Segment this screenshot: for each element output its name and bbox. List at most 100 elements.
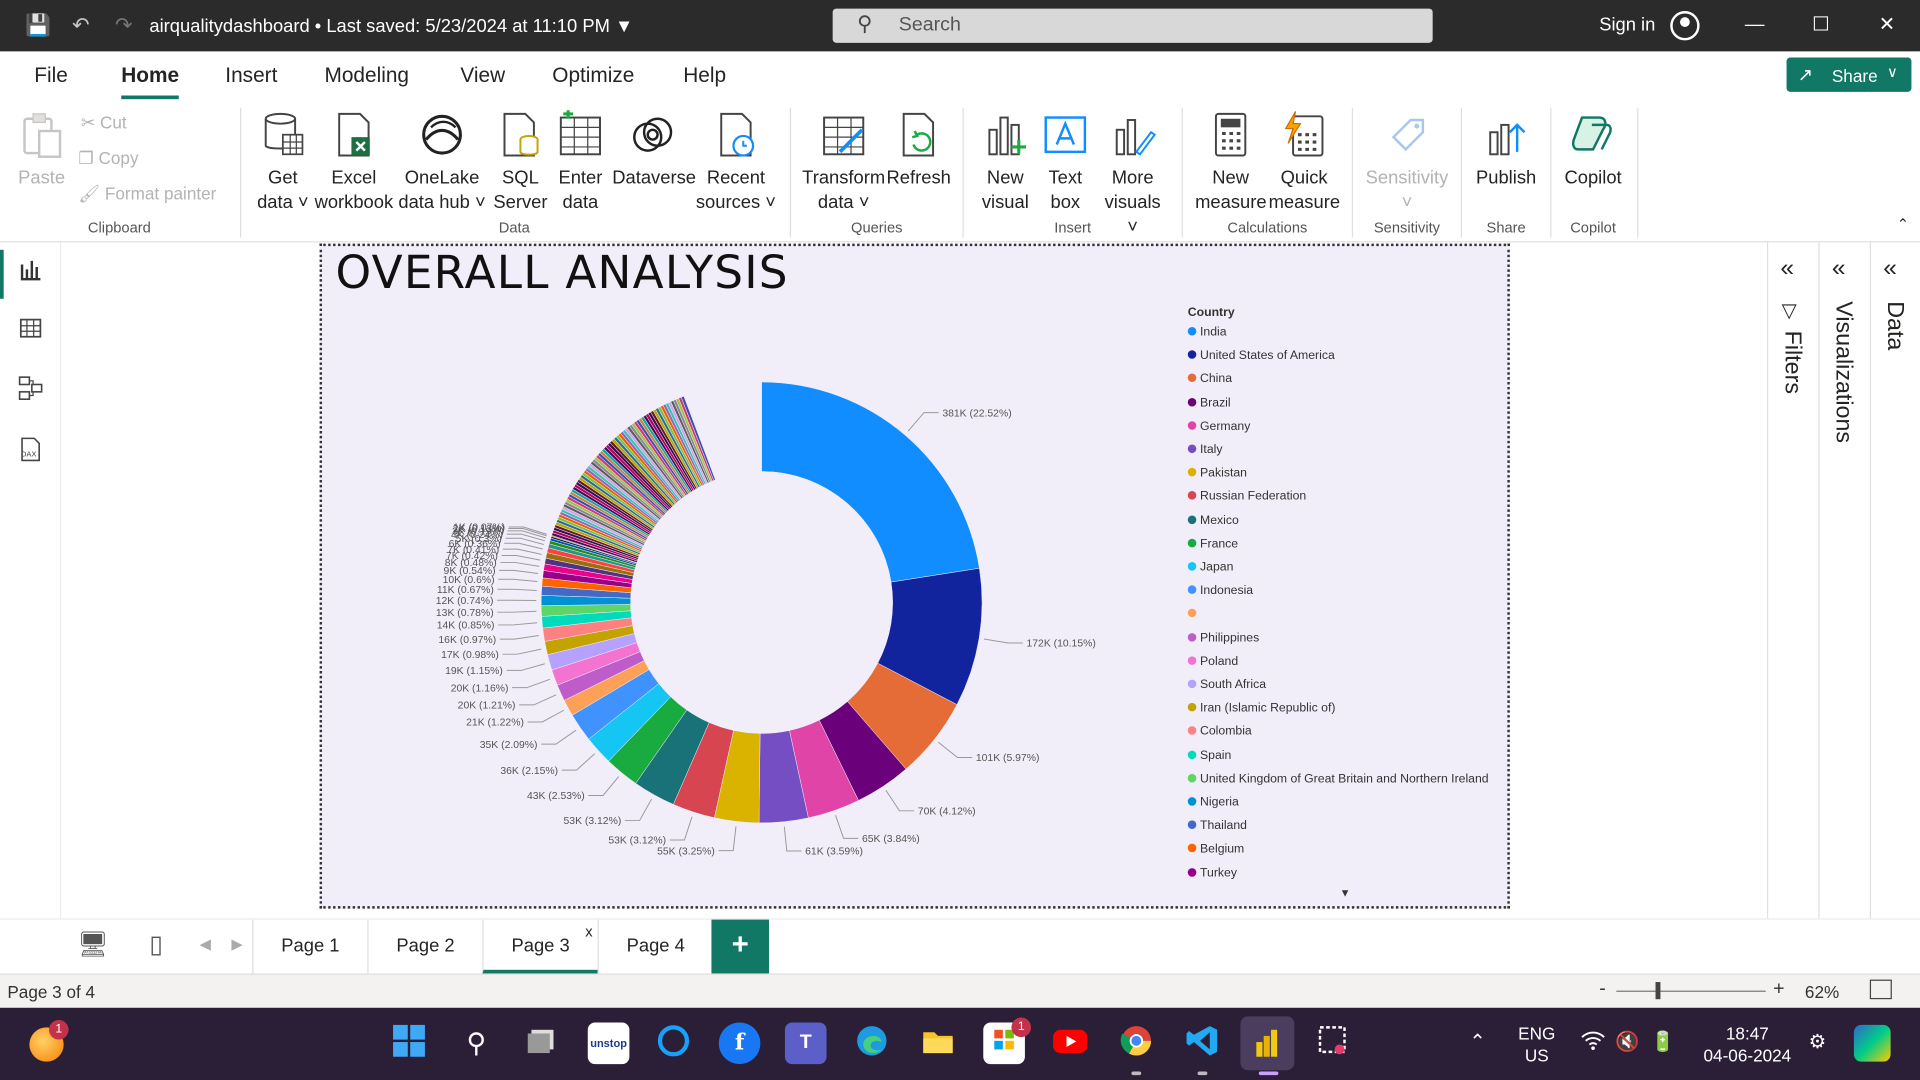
add-page-button[interactable]: + <box>711 919 769 974</box>
publish-button[interactable]: Publish <box>1472 110 1541 191</box>
clock[interactable]: 18:47 04-06-2024 <box>1697 1022 1797 1066</box>
close-icon[interactable]: ✕ <box>1872 12 1901 39</box>
fit-to-page-icon[interactable] <box>1869 979 1892 1000</box>
sql-server-button[interactable]: SQL Server <box>492 110 548 215</box>
windows-start-icon[interactable] <box>388 1022 430 1064</box>
donut-chart[interactable]: 381K (22.52%) 172K (10.15%) 101K (5.97%) 70… <box>331 306 1164 894</box>
tab-optimize[interactable]: Optimize <box>552 64 634 88</box>
sign-in-link[interactable]: Sign in <box>1599 15 1655 36</box>
legend-item[interactable]: India <box>1187 326 1227 342</box>
text-box-button[interactable]: Text box <box>1038 110 1092 215</box>
tab-file[interactable]: File <box>34 64 68 88</box>
minimize-icon[interactable]: — <box>1740 12 1769 39</box>
cortana-icon[interactable] <box>653 1022 695 1064</box>
legend-item[interactable]: Italy <box>1187 443 1222 459</box>
legend-item[interactable]: France <box>1187 537 1238 553</box>
legend-item[interactable]: United Kingdom of Great Britain and Nort… <box>1187 772 1489 788</box>
page-tab-1[interactable]: Page 1 <box>252 919 367 974</box>
visualizations-pane[interactable]: « Visualizations <box>1818 242 1867 919</box>
legend-item[interactable]: South Africa <box>1187 678 1266 694</box>
battery-icon[interactable]: 🔋 <box>1651 1030 1675 1054</box>
teams-icon[interactable]: T <box>784 1022 827 1065</box>
tab-view[interactable]: View <box>460 64 505 88</box>
legend-item[interactable]: Pakistan <box>1187 467 1247 483</box>
legend-item[interactable]: Nigeria <box>1187 796 1239 812</box>
legend-item[interactable]: Indonesia <box>1187 584 1253 600</box>
chevron-down-icon[interactable]: ▼ <box>615 16 633 37</box>
legend-item[interactable]: Mexico <box>1187 514 1239 530</box>
legend-item[interactable]: Brazil <box>1187 396 1231 412</box>
new-measure-button[interactable]: New measure <box>1195 110 1267 215</box>
legend-item[interactable]: Poland <box>1187 655 1238 671</box>
zoom-out-icon[interactable]: - <box>1599 978 1606 1000</box>
filters-pane[interactable]: « ▽ Filters <box>1766 242 1816 919</box>
mobile-layout-icon[interactable]: ▯ <box>149 929 162 960</box>
tab-insert[interactable]: Insert <box>225 64 277 88</box>
tab-help[interactable]: Help <box>683 64 726 88</box>
language-indicator[interactable]: ENG US <box>1513 1022 1560 1066</box>
document-title[interactable]: airqualitydashboard • Last saved: 5/23/2… <box>149 16 633 37</box>
taskbar-search-icon[interactable]: ⚲ <box>456 1022 498 1064</box>
close-page-icon[interactable]: x <box>585 905 592 959</box>
share-button[interactable]: ↗ Share ∨ <box>1786 57 1912 92</box>
model-view-icon[interactable] <box>15 375 47 404</box>
legend-item[interactable]: Belgium <box>1187 843 1244 859</box>
facebook-icon[interactable]: f <box>718 1022 761 1065</box>
expand-filters-icon[interactable]: « <box>1780 255 1794 283</box>
show-hidden-icons-icon[interactable]: ⌃ <box>1469 1030 1485 1054</box>
snipping-tool-icon[interactable] <box>1313 1022 1355 1064</box>
get-data-button[interactable]: Get data ˅ <box>252 110 313 215</box>
refresh-button[interactable]: Refresh <box>887 110 951 191</box>
zoom-slider-thumb[interactable] <box>1655 982 1661 1000</box>
page-tab-2[interactable]: Page 2 <box>367 919 482 974</box>
report-view-icon[interactable] <box>15 257 47 286</box>
legend-item[interactable]: Colombia <box>1187 725 1252 741</box>
page-tab-4[interactable]: Page 4 <box>597 919 713 974</box>
legend-item[interactable]: Russian Federation <box>1187 490 1306 506</box>
file-explorer-icon[interactable] <box>917 1022 959 1064</box>
tab-home[interactable]: Home <box>121 64 180 100</box>
zoom-in-icon[interactable]: + <box>1773 978 1784 1000</box>
legend-item[interactable]: Thailand <box>1187 819 1247 835</box>
account-avatar-icon[interactable] <box>1670 11 1700 41</box>
tab-modeling[interactable]: Modeling <box>324 64 408 88</box>
chrome-icon[interactable] <box>1116 1022 1158 1064</box>
transform-data-button[interactable]: Transform data ˅ <box>801 110 887 215</box>
copilot-button[interactable]: Copilot <box>1558 110 1629 191</box>
maximize-icon[interactable]: ☐ <box>1806 12 1835 39</box>
vscode-icon[interactable] <box>1182 1022 1224 1064</box>
power-bi-taskbar-icon[interactable] <box>1240 1016 1295 1071</box>
data-pane[interactable]: « Data <box>1869 242 1920 919</box>
recent-sources-button[interactable]: Recent sources ˅ <box>696 110 777 215</box>
notification-settings-icon[interactable]: ⚙ <box>1809 1030 1827 1054</box>
legend-item[interactable]: Japan <box>1187 561 1233 577</box>
excel-workbook-button[interactable]: Excel workbook <box>313 110 394 215</box>
expand-visualizations-icon[interactable]: « <box>1832 255 1846 283</box>
onelake-data-hub-button[interactable]: OneLake data hub ˅ <box>397 110 488 215</box>
copilot-preview-icon[interactable] <box>1853 1024 1891 1062</box>
expand-data-icon[interactable]: « <box>1883 255 1897 283</box>
legend-item[interactable]: Philippines <box>1187 631 1259 647</box>
quick-measure-button[interactable]: Quick measure <box>1269 110 1340 215</box>
legend-item[interactable] <box>1187 608 1200 624</box>
next-page-icon[interactable]: ▶ <box>231 936 242 953</box>
zoom-slider-track[interactable] <box>1616 990 1766 992</box>
previous-page-icon[interactable]: ◀ <box>200 936 211 953</box>
table-view-icon[interactable] <box>15 316 47 345</box>
enter-data-button[interactable]: Enter data <box>553 110 607 215</box>
youtube-icon[interactable] <box>1049 1022 1091 1064</box>
edge-icon[interactable] <box>851 1022 893 1064</box>
save-icon[interactable]: 💾 <box>24 12 51 39</box>
wifi-icon[interactable] <box>1580 1030 1607 1058</box>
volume-muted-icon[interactable]: 🔇 <box>1615 1030 1639 1054</box>
new-visual-button[interactable]: New visual <box>975 110 1036 215</box>
unstop-app-icon[interactable]: unstop <box>587 1022 630 1065</box>
legend-item[interactable]: Turkey <box>1187 866 1237 882</box>
zoom-level[interactable]: 62% <box>1805 982 1839 1002</box>
dataverse-button[interactable]: Dataverse <box>612 110 696 191</box>
search-box[interactable]: ⚲ Search <box>832 8 1433 43</box>
legend-item[interactable]: China <box>1187 373 1232 389</box>
dax-query-view-icon[interactable]: DAX <box>15 436 47 465</box>
undo-icon[interactable]: ↶ <box>67 12 94 39</box>
page-tab-3[interactable]: Page 3 x <box>482 919 598 974</box>
